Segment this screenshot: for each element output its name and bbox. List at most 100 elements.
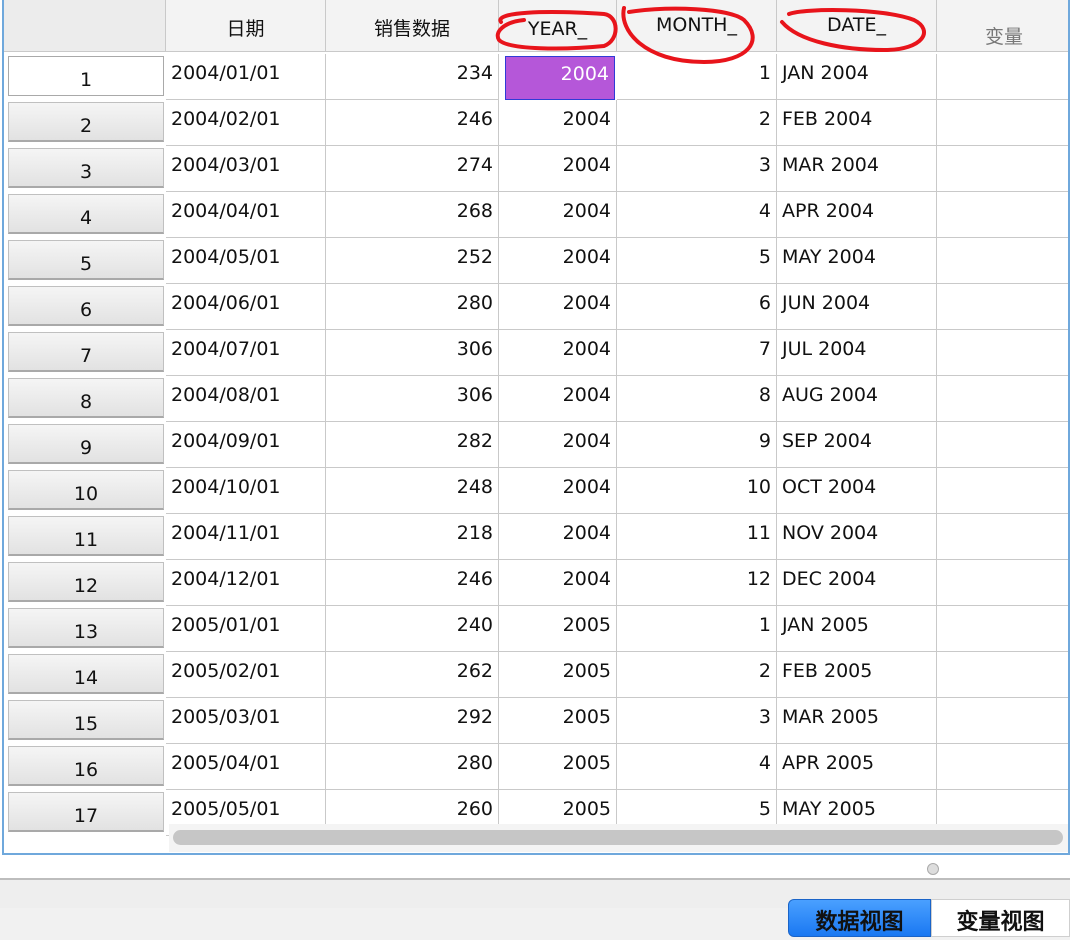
cell-label[interactable]: APR 2004 [777, 192, 937, 238]
tab-data-view[interactable]: 数据视图 [788, 899, 931, 937]
cell-date[interactable]: 2004/09/01 [166, 422, 326, 468]
cell-date[interactable]: 2005/04/01 [166, 744, 326, 790]
cell-label[interactable]: AUG 2004 [777, 376, 937, 422]
row-header[interactable]: 17 [8, 792, 164, 832]
empty-cell[interactable] [937, 560, 1068, 606]
cell-month[interactable]: 3 [617, 698, 777, 744]
cell-label[interactable]: JUL 2004 [777, 330, 937, 376]
cell-sales[interactable]: 306 [326, 376, 499, 422]
cell-year[interactable]: 2005 [499, 652, 617, 698]
cell-year[interactable]: 2004 [499, 146, 617, 192]
cell-month[interactable]: 5 [617, 238, 777, 284]
empty-cell[interactable] [937, 376, 1068, 422]
row-header[interactable]: 3 [8, 148, 164, 188]
row-header[interactable]: 2 [8, 102, 164, 142]
empty-cell[interactable] [937, 468, 1068, 514]
empty-cell[interactable] [937, 744, 1068, 790]
cell-date[interactable]: 2004/01/01 [166, 54, 326, 100]
cell-year[interactable]: 2005 [499, 744, 617, 790]
cell-label[interactable]: MAR 2004 [777, 146, 937, 192]
cell-month[interactable]: 7 [617, 330, 777, 376]
cell-sales[interactable]: 274 [326, 146, 499, 192]
split-handle[interactable] [927, 863, 939, 875]
cell-sales[interactable]: 234 [326, 54, 499, 100]
row-header[interactable]: 12 [8, 562, 164, 602]
cell-month[interactable]: 6 [617, 284, 777, 330]
cell-sales[interactable]: 306 [326, 330, 499, 376]
cell-month[interactable]: 1 [617, 54, 777, 100]
row-header[interactable]: 13 [8, 608, 164, 648]
empty-cell[interactable] [937, 54, 1068, 100]
row-header[interactable]: 1 [8, 56, 164, 96]
cell-date[interactable]: 2004/03/01 [166, 146, 326, 192]
cell-date[interactable]: 2004/02/01 [166, 100, 326, 146]
cell-month[interactable]: 4 [617, 744, 777, 790]
cell-sales[interactable]: 280 [326, 284, 499, 330]
cell-label[interactable]: MAR 2005 [777, 698, 937, 744]
row-header[interactable]: 14 [8, 654, 164, 694]
grid-corner[interactable] [4, 0, 166, 52]
cell-sales[interactable]: 262 [326, 652, 499, 698]
cell-sales[interactable]: 246 [326, 100, 499, 146]
column-header-sales[interactable]: 销售数据 [326, 0, 499, 52]
cell-month[interactable]: 9 [617, 422, 777, 468]
cell-label[interactable]: APR 2005 [777, 744, 937, 790]
cell-year[interactable]: 2004 [499, 468, 617, 514]
column-header-new-variable[interactable]: 变量 [937, 0, 1068, 52]
cell-date[interactable]: 2005/03/01 [166, 698, 326, 744]
cell-sales[interactable]: 240 [326, 606, 499, 652]
empty-cell[interactable] [937, 192, 1068, 238]
cell-month[interactable]: 1 [617, 606, 777, 652]
empty-cell[interactable] [937, 514, 1068, 560]
cell-month[interactable]: 11 [617, 514, 777, 560]
cell-year[interactable]: 2004 [499, 330, 617, 376]
row-header[interactable]: 9 [8, 424, 164, 464]
cell-sales[interactable]: 280 [326, 744, 499, 790]
cell-date[interactable]: 2004/07/01 [166, 330, 326, 376]
cell-year[interactable]: 2005 [499, 698, 617, 744]
row-header[interactable]: 5 [8, 240, 164, 280]
cell-sales[interactable]: 252 [326, 238, 499, 284]
tab-variable-view[interactable]: 变量视图 [931, 899, 1070, 937]
cell-date[interactable]: 2004/12/01 [166, 560, 326, 606]
empty-cell[interactable] [937, 100, 1068, 146]
cell-date[interactable]: 2004/05/01 [166, 238, 326, 284]
selected-cell[interactable]: 2004 [505, 56, 615, 100]
row-header[interactable]: 4 [8, 194, 164, 234]
cell-date[interactable]: 2004/11/01 [166, 514, 326, 560]
row-header[interactable]: 11 [8, 516, 164, 556]
cell-month[interactable]: 10 [617, 468, 777, 514]
cell-sales[interactable]: 282 [326, 422, 499, 468]
empty-cell[interactable] [937, 238, 1068, 284]
cell-date[interactable]: 2004/10/01 [166, 468, 326, 514]
column-header-date-label[interactable]: DATE_ [777, 0, 937, 52]
cell-sales[interactable]: 268 [326, 192, 499, 238]
row-header[interactable]: 16 [8, 746, 164, 786]
cell-date[interactable]: 2005/01/01 [166, 606, 326, 652]
horizontal-scrollbar-thumb[interactable] [173, 830, 1063, 845]
empty-cell[interactable] [937, 146, 1068, 192]
empty-cell[interactable] [937, 698, 1068, 744]
empty-cell[interactable] [937, 422, 1068, 468]
empty-cell[interactable] [937, 330, 1068, 376]
cell-sales[interactable]: 246 [326, 560, 499, 606]
cell-label[interactable]: FEB 2005 [777, 652, 937, 698]
cell-label[interactable]: JAN 2005 [777, 606, 937, 652]
row-header[interactable]: 15 [8, 700, 164, 740]
cell-year[interactable]: 2004 [499, 100, 617, 146]
cell-year[interactable]: 2004 [499, 376, 617, 422]
cell-date[interactable]: 2005/02/01 [166, 652, 326, 698]
cell-year[interactable]: 2004 [499, 560, 617, 606]
cell-month[interactable]: 4 [617, 192, 777, 238]
cell-year[interactable]: 2004 [499, 422, 617, 468]
cell-month[interactable]: 2 [617, 100, 777, 146]
row-header[interactable]: 8 [8, 378, 164, 418]
column-header-date[interactable]: 日期 [166, 0, 326, 52]
cell-label[interactable]: MAY 2004 [777, 238, 937, 284]
empty-cell[interactable] [937, 652, 1068, 698]
cell-year[interactable]: 2005 [499, 606, 617, 652]
cell-label[interactable]: FEB 2004 [777, 100, 937, 146]
cell-date[interactable]: 2004/08/01 [166, 376, 326, 422]
horizontal-scrollbar[interactable] [169, 824, 1068, 852]
cell-year[interactable]: 2004 [499, 238, 617, 284]
